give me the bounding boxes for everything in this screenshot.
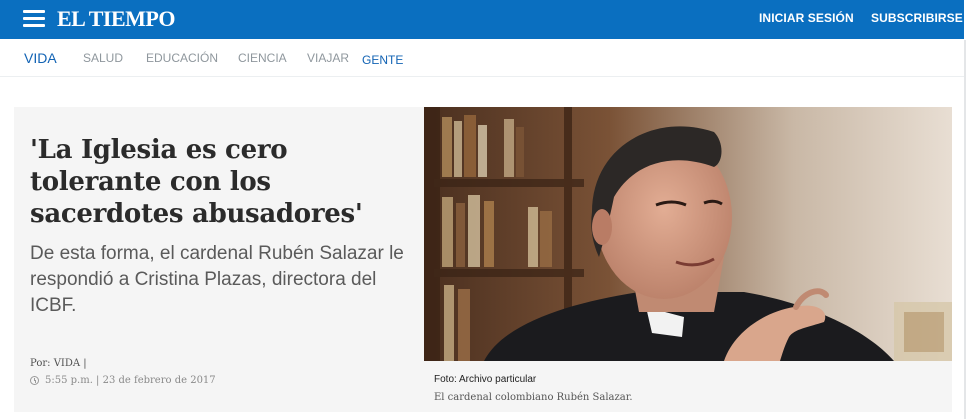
article-date-text: 5:55 p.m. | 23 de febrero de 2017 [45,375,216,386]
article-byline: Por: VIDA | [30,358,87,369]
subnav-item-viajar[interactable]: VIAJAR [307,40,349,76]
photo-credit: Foto: Archivo particular [434,374,537,385]
article-lead: De esta forma, el cardenal Rubén Salazar… [30,243,404,316]
byline-author[interactable]: VIDA | [54,358,87,369]
article-photo[interactable] [424,107,952,361]
photo-caption: El cardenal colombiano Rubén Salazar. [434,392,633,403]
clock-icon [30,376,39,385]
photo-caption-box: Foto: Archivo particular El cardenal col… [424,361,952,412]
subnav-item-gente[interactable]: GENTE [362,42,403,78]
article-headline: 'La Iglesia es cero tolerante con los sa… [30,135,363,229]
article-date: 5:55 p.m. | 23 de febrero de 2017 [30,375,216,386]
cardinal-photo-illustration [424,107,952,361]
subscribe-link[interactable]: SUBSCRIBIRSE [871,0,963,39]
subnav-item-ciencia[interactable]: CIENCIA [238,40,287,76]
top-bar: EL TIEMPO INICIAR SESIÓN SUBSCRIBIRSE [0,0,964,39]
section-nav: VIDA SALUD EDUCACIÓN CIENCIA VIAJAR GENT… [0,40,964,77]
site-logo[interactable]: EL TIEMPO [57,5,175,33]
hamburger-menu-icon[interactable] [23,10,45,28]
section-link-vida[interactable]: VIDA [24,40,57,76]
subnav-item-educacion[interactable]: EDUCACIÓN [146,40,218,76]
byline-prefix: Por: [30,358,51,369]
article-header: 'La Iglesia es cero tolerante con los sa… [14,107,424,412]
subnav-item-salud[interactable]: SALUD [83,40,123,76]
login-link[interactable]: INICIAR SESIÓN [759,0,854,39]
